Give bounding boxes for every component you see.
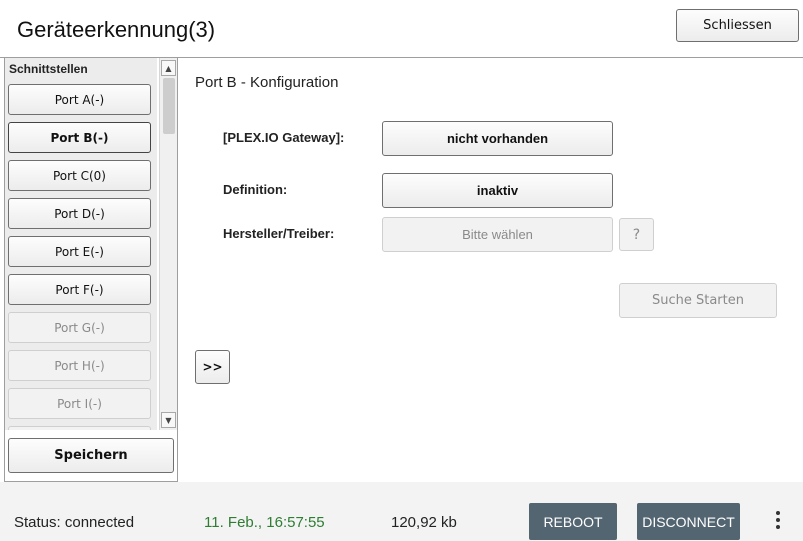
data-size: 120,92 kb (391, 514, 457, 531)
port-a-button[interactable]: Port A(-) (8, 84, 151, 115)
definition-value-button[interactable]: inaktiv (382, 173, 613, 208)
save-button[interactable]: Speichern (8, 438, 174, 473)
gateway-value-button[interactable]: nicht vorhanden (382, 121, 613, 156)
port-i-button: Port I(-) (8, 388, 151, 419)
device-detection-window: Geräteerkennung(3) Schliessen Schnittste… (0, 0, 803, 541)
port-h-button: Port H(-) (8, 350, 151, 381)
expand-button[interactable]: >> (195, 350, 230, 384)
status-timestamp: 11. Feb., 16:57:55 (204, 514, 325, 531)
status-bar: Status: connected 11. Feb., 16:57:55 120… (0, 482, 803, 541)
port-list: Schnittstellen Port A(-) Port B(-) Port … (5, 58, 157, 430)
vendor-label: Hersteller/Treiber: (223, 226, 335, 241)
port-g-button: Port G(-) (8, 312, 151, 343)
chevron-up-icon[interactable]: ▲ (161, 60, 176, 76)
port-b-button[interactable]: Port B(-) (8, 122, 151, 153)
more-vertical-icon[interactable] (769, 511, 787, 529)
definition-label: Definition: (223, 182, 288, 197)
gateway-label: [PLEX.IO Gateway]: (223, 130, 345, 145)
config-title: Port B - Konfiguration (195, 74, 339, 91)
port-partial-button (8, 426, 151, 430)
start-search-button[interactable]: Suche Starten (619, 283, 777, 318)
connection-status: Status: connected (14, 514, 135, 531)
help-button[interactable]: ? (619, 218, 654, 251)
port-c-button[interactable]: Port C(0) (8, 160, 151, 191)
port-d-button[interactable]: Port D(-) (8, 198, 151, 229)
scrollbar-thumb[interactable] (163, 78, 175, 134)
chevron-down-icon[interactable]: ▼ (161, 412, 176, 428)
port-list-scrollbar[interactable]: ▲ ▼ (159, 58, 177, 430)
window-header: Geräteerkennung(3) Schliessen (0, 0, 803, 58)
vendor-select-button[interactable]: Bitte wählen (382, 217, 613, 252)
disconnect-button[interactable]: DISCONNECT (637, 503, 740, 540)
close-button[interactable]: Schliessen (676, 9, 799, 42)
interfaces-heading: Schnittstellen (9, 62, 88, 76)
window-title: Geräteerkennung(3) (17, 17, 216, 42)
port-e-button[interactable]: Port E(-) (8, 236, 151, 267)
interfaces-sidebar: Schnittstellen Port A(-) Port B(-) Port … (4, 58, 178, 482)
port-f-button[interactable]: Port F(-) (8, 274, 151, 305)
reboot-button[interactable]: REBOOT (529, 503, 617, 540)
